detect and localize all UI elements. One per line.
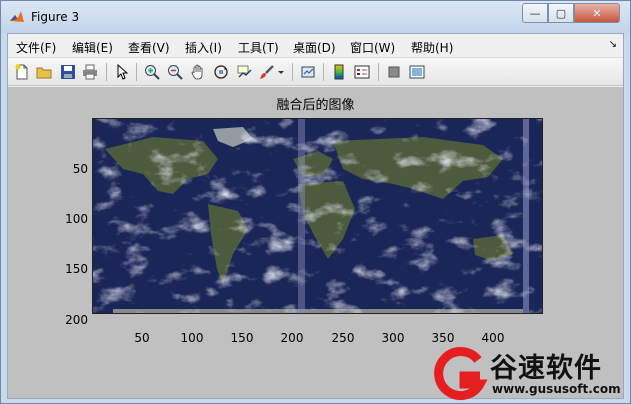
zoom-out-icon[interactable] <box>165 62 185 82</box>
menu-overflow-arrow-icon[interactable]: ↘ <box>609 39 617 50</box>
watermark-url: www.gususoft.com <box>492 382 621 396</box>
x-tick-label: 200 <box>280 331 304 345</box>
menu-insert[interactable]: 插入(I) <box>185 39 222 56</box>
toolbar-separator <box>378 63 379 81</box>
axes-title: 融合后的图像 <box>276 98 355 113</box>
x-tick-label: 150 <box>230 331 254 345</box>
save-icon[interactable] <box>58 62 78 82</box>
menu-window[interactable]: 窗口(W) <box>350 39 395 56</box>
menu-file[interactable]: 文件(F) <box>16 39 56 56</box>
colorbar-icon[interactable] <box>329 62 349 82</box>
brush-icon[interactable] <box>257 62 277 82</box>
menu-help[interactable]: 帮助(H) <box>411 39 453 56</box>
legend-icon[interactable] <box>352 62 372 82</box>
image-axes[interactable] <box>92 118 543 314</box>
title-bar[interactable]: Figure 3 — ▢ ✕ <box>1 1 630 33</box>
print-icon[interactable] <box>80 62 100 82</box>
new-figure-icon[interactable] <box>12 62 32 82</box>
x-tick-label: 350 <box>431 331 455 345</box>
x-tick-label: 250 <box>331 331 355 345</box>
show-plot-tools-icon[interactable] <box>407 62 427 82</box>
site-watermark: 谷速软件 www.gususoft.com <box>432 344 631 404</box>
hide-plot-tools-icon[interactable] <box>384 62 404 82</box>
menu-desktop[interactable]: 桌面(D) <box>293 39 336 56</box>
zoom-in-icon[interactable] <box>142 62 162 82</box>
toolbar-separator <box>136 63 137 81</box>
rotate-3d-icon[interactable] <box>211 62 231 82</box>
watermark-logo-icon <box>434 347 488 401</box>
menu-bar: 文件(F) 编辑(E) 查看(V) 插入(I) 工具(T) 桌面(D) 窗口(W… <box>8 34 623 58</box>
x-tick-label: 300 <box>381 331 405 345</box>
menu-edit[interactable]: 编辑(E) <box>72 39 113 56</box>
window-title: Figure 3 <box>31 10 80 24</box>
x-tick-label: 400 <box>481 331 505 345</box>
y-tick-label: 200 <box>65 313 88 327</box>
close-button[interactable]: ✕ <box>574 3 620 23</box>
pan-hand-icon[interactable] <box>188 62 208 82</box>
toolbar-separator <box>292 63 293 81</box>
toolbar-separator <box>106 63 107 81</box>
x-tick-label: 100 <box>180 331 204 345</box>
link-plot-icon[interactable] <box>298 62 318 82</box>
minimize-button[interactable]: — <box>522 3 548 23</box>
y-tick-label: 100 <box>65 212 88 226</box>
open-file-icon[interactable] <box>34 62 54 82</box>
x-tick-label: 50 <box>134 331 150 345</box>
menu-view[interactable]: 查看(V) <box>128 39 170 56</box>
toolbar <box>8 58 623 86</box>
select-arrow-icon[interactable] <box>112 62 132 82</box>
watermark-title: 谷速软件 <box>490 353 602 384</box>
y-tick-label: 150 <box>65 262 88 276</box>
fused-earth-image <box>93 119 542 313</box>
y-tick-label: 50 <box>72 162 88 176</box>
toolbar-separator <box>323 63 324 81</box>
matlab-logo-icon <box>10 11 24 22</box>
menu-tools[interactable]: 工具(T) <box>238 39 279 56</box>
data-cursor-icon[interactable] <box>234 62 254 82</box>
maximize-button[interactable]: ▢ <box>548 3 574 23</box>
brush-dropdown-chevron-down-icon[interactable] <box>276 62 286 82</box>
